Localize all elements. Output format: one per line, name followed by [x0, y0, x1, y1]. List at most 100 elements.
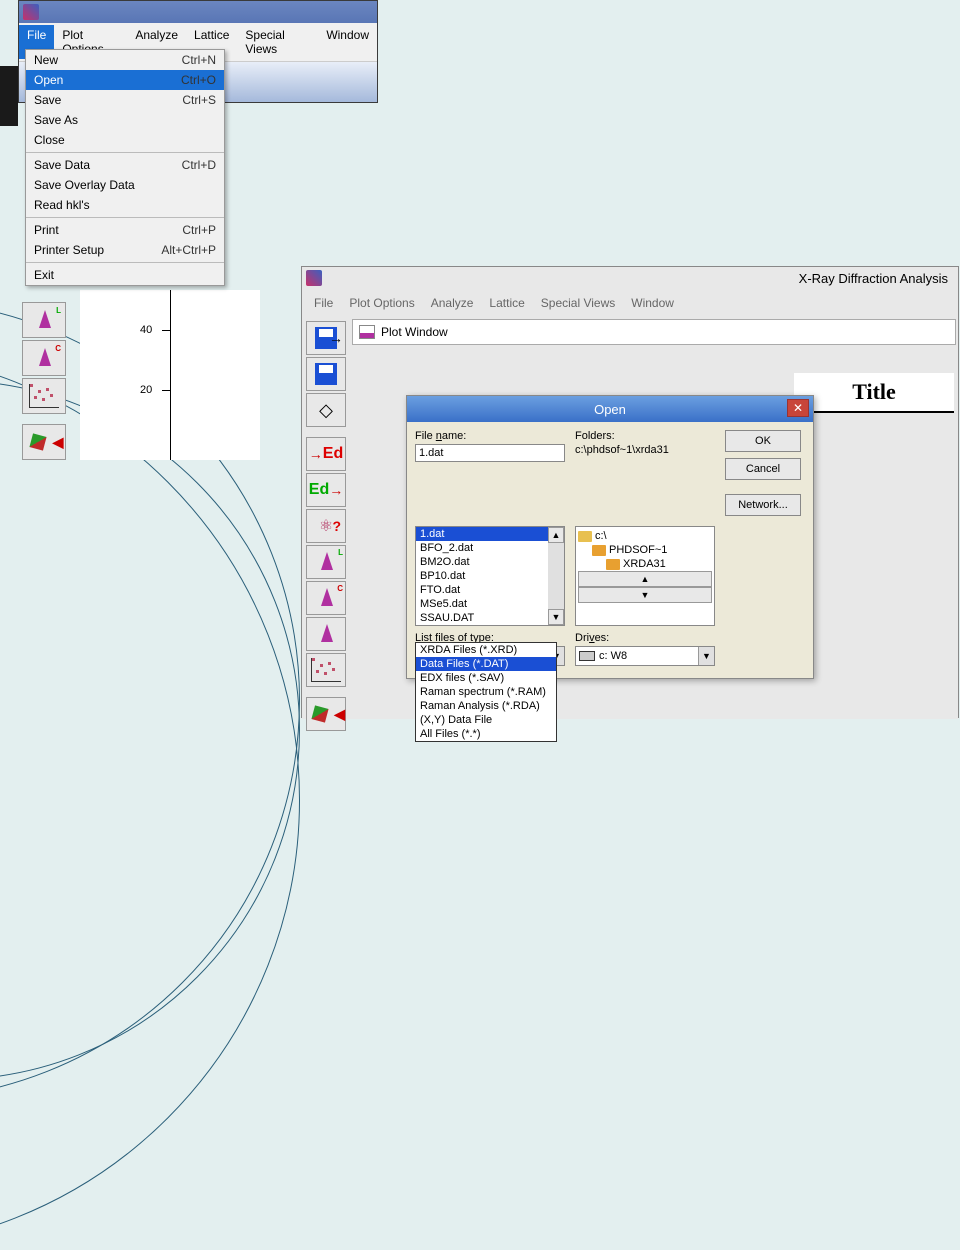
erase-icon: ◇	[319, 400, 333, 421]
menu-item-close[interactable]: Close	[26, 130, 224, 150]
menu2-lattice[interactable]: Lattice	[481, 293, 532, 313]
plot-window-titlebar[interactable]: Plot Window	[352, 319, 956, 345]
molecule-icon: ⚛	[319, 516, 333, 536]
scatter-icon	[311, 658, 341, 682]
type-option[interactable]: XRDA Files (*.XRD)	[416, 643, 556, 657]
tree-item[interactable]: c:\	[578, 529, 712, 543]
file-list-item[interactable]: MSe5.dat	[416, 597, 564, 611]
menu-item-open[interactable]: OpenCtrl+O	[26, 70, 224, 90]
ed-icon: Ed	[323, 445, 343, 463]
file-list-item[interactable]: SSAU.DAT	[416, 611, 564, 625]
axis-tick-label: 20	[140, 384, 152, 396]
scroll-down-icon[interactable]: ▼	[548, 609, 564, 625]
peak-l-button[interactable]	[22, 302, 66, 338]
app-icon-2	[306, 270, 322, 286]
peak-button[interactable]	[306, 617, 346, 651]
app-icon	[23, 4, 39, 20]
file-list[interactable]: 1.datBFO_2.datBM2O.datBP10.datFTO.datMSe…	[415, 526, 565, 626]
peak-icon	[311, 586, 341, 610]
ed-icon: Ed	[309, 481, 329, 499]
drives-value: c: W8	[599, 650, 627, 662]
erase-button[interactable]: ◇	[306, 393, 346, 427]
ok-button[interactable]: OK	[725, 430, 801, 452]
network-button[interactable]: Network...	[725, 494, 801, 516]
type-option[interactable]: Data Files (*.DAT)	[416, 657, 556, 671]
file-type-dropdown: XRDA Files (*.XRD)Data Files (*.DAT)EDX …	[415, 642, 557, 742]
cube-exit-button[interactable]: ◀	[306, 697, 346, 731]
scroll-down-icon[interactable]: ▼	[578, 587, 712, 603]
save-icon	[315, 363, 337, 385]
chevron-down-icon[interactable]: ▼	[698, 647, 714, 665]
scrollbar[interactable]: ▲▼	[548, 527, 564, 625]
arrow-icon: →	[309, 446, 323, 462]
menu-item-printer-setup[interactable]: Printer SetupAlt+Ctrl+P	[26, 240, 224, 260]
scroll-up-icon[interactable]: ▲	[548, 527, 564, 543]
tree-item[interactable]: PHDSOF~1	[578, 543, 712, 557]
save-button[interactable]	[306, 357, 346, 391]
menu-item-exit[interactable]: Exit	[26, 265, 224, 285]
dialog-titlebar[interactable]: Open ✕	[407, 396, 813, 422]
window-title: X-Ray Diffraction Analysis	[799, 271, 954, 286]
plot-window-icon	[359, 325, 375, 339]
peak-c-button[interactable]	[306, 581, 346, 615]
type-option[interactable]: Raman Analysis (*.RDA)	[416, 699, 556, 713]
file-list-item[interactable]: YAG1.dat	[416, 625, 564, 626]
type-option[interactable]: Raman spectrum (*.RAM)	[416, 685, 556, 699]
folders-path: c:\phdsof~1\xrda31	[575, 444, 715, 456]
tree-item[interactable]: XRDA31	[578, 557, 712, 571]
menu2-window[interactable]: Window	[623, 293, 682, 313]
ed-red-button[interactable]: →Ed	[306, 437, 346, 471]
menu2-plot-options[interactable]: Plot Options	[341, 293, 422, 313]
peak-c-button[interactable]	[22, 340, 66, 376]
folder-tree[interactable]: c:\PHDSOF~1XRDA31▲▼	[575, 526, 715, 626]
arrow-icon: →	[329, 330, 343, 346]
cube-icon	[25, 431, 51, 453]
molecule-q-button[interactable]: ⚛?	[306, 509, 346, 543]
menu-item-read-hkl-s[interactable]: Read hkl's	[26, 195, 224, 215]
folder-icon	[606, 559, 620, 570]
scroll-up-icon[interactable]: ▲	[578, 571, 712, 587]
drives-combo[interactable]: c: W8 ▼	[575, 646, 715, 666]
menu-special-views[interactable]: Special Views	[237, 25, 318, 59]
scrollbar[interactable]: ▲▼	[578, 571, 712, 603]
titlebar-2[interactable]: X-Ray Diffraction Analysis	[302, 267, 958, 289]
menu-item-save-as[interactable]: Save As	[26, 110, 224, 130]
app-window-2: X-Ray Diffraction Analysis File Plot Opt…	[301, 266, 959, 718]
file-list-item[interactable]: FTO.dat	[416, 583, 564, 597]
type-option[interactable]: All Files (*.*)	[416, 727, 556, 741]
type-option[interactable]: (X,Y) Data File	[416, 713, 556, 727]
file-list-item[interactable]: 1.dat	[416, 527, 564, 541]
menu-item-print[interactable]: PrintCtrl+P	[26, 220, 224, 240]
menu-item-save-overlay-data[interactable]: Save Overlay Data	[26, 175, 224, 195]
file-list-item[interactable]: BFO_2.dat	[416, 541, 564, 555]
folder-icon	[592, 545, 606, 556]
menu-item-save-data[interactable]: Save DataCtrl+D	[26, 155, 224, 175]
save-arrow-button[interactable]: →	[306, 321, 346, 355]
folders-label: Folders:	[575, 430, 715, 442]
question-icon: ?	[332, 518, 341, 534]
menu2-analyze[interactable]: Analyze	[423, 293, 482, 313]
menu2-special-views[interactable]: Special Views	[533, 293, 623, 313]
cancel-button[interactable]: Cancel	[725, 458, 801, 480]
scatter-button[interactable]	[306, 653, 346, 687]
file-list-item[interactable]: BM2O.dat	[416, 555, 564, 569]
menu-item-save[interactable]: SaveCtrl+S	[26, 90, 224, 110]
ed-green-button[interactable]: Ed→	[306, 473, 346, 507]
file-name-input[interactable]	[415, 444, 565, 462]
peak-l-button[interactable]	[306, 545, 346, 579]
drive-icon	[579, 651, 595, 661]
type-option[interactable]: EDX files (*.SAV)	[416, 671, 556, 685]
file-menu-dropdown: NewCtrl+NOpenCtrl+OSaveCtrl+SSave AsClos…	[25, 49, 225, 286]
titlebar[interactable]	[19, 1, 377, 23]
cube-icon	[307, 703, 332, 725]
menu-window[interactable]: Window	[318, 25, 377, 59]
peak-c-icon	[29, 346, 59, 370]
menu-item-new[interactable]: NewCtrl+N	[26, 50, 224, 70]
exit-button[interactable]: ◀	[22, 424, 66, 460]
dialog-title-text: Open	[594, 402, 626, 417]
scatter-button[interactable]	[22, 378, 66, 414]
arrow-icon: →	[329, 482, 343, 498]
file-list-item[interactable]: BP10.dat	[416, 569, 564, 583]
close-button[interactable]: ✕	[787, 399, 809, 417]
menu2-file[interactable]: File	[306, 293, 341, 313]
